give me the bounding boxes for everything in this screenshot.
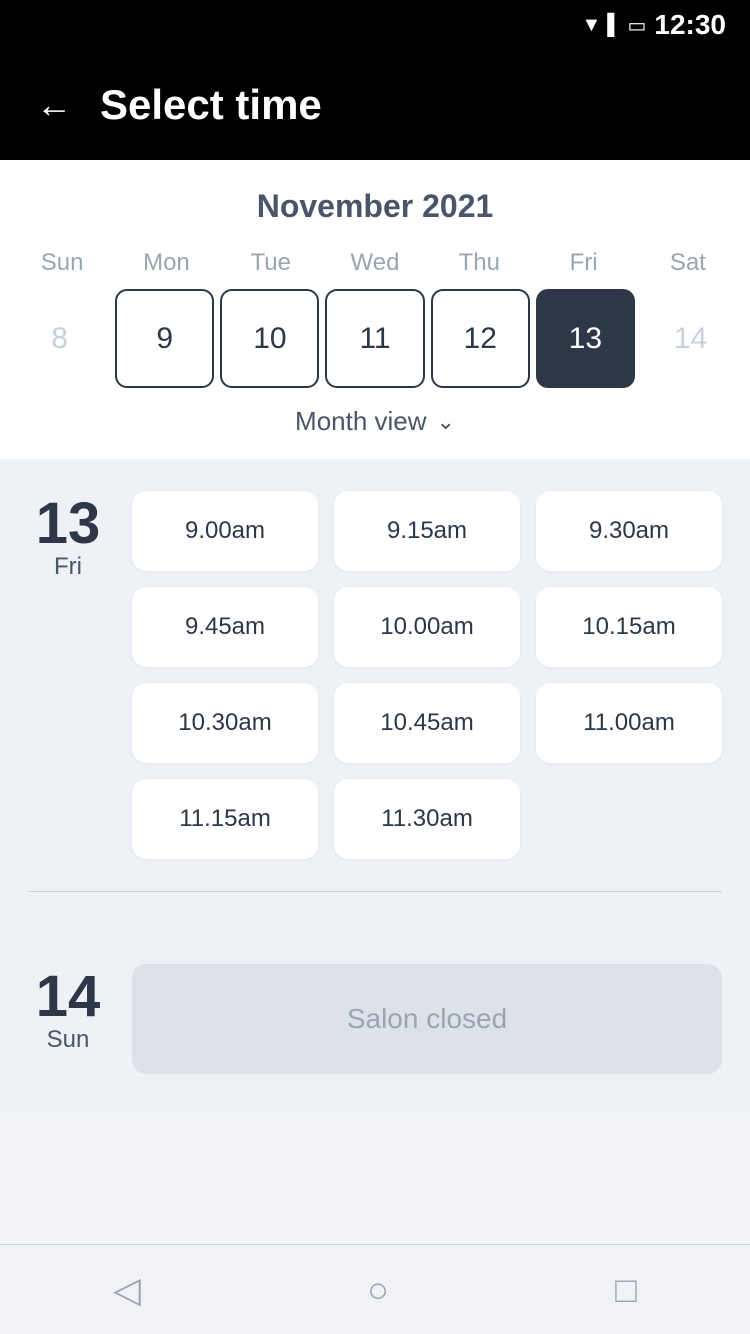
weekday-sun: Sun: [10, 249, 114, 277]
battery-icon: ▭: [627, 13, 646, 38]
salon-closed-label: Salon closed: [347, 1003, 507, 1035]
bottom-nav: ◁ ○ □: [0, 1244, 750, 1334]
day-13-name: Fri: [54, 553, 82, 581]
chevron-down-icon: ⌄: [437, 409, 455, 435]
nav-home-icon[interactable]: ○: [367, 1269, 389, 1311]
slot-1100am[interactable]: 11.00am: [536, 683, 722, 763]
slot-1130am[interactable]: 11.30am: [334, 779, 520, 859]
slots-grid-13: 9.00am 9.15am 9.30am 9.45am 10.00am 10.1…: [132, 491, 722, 859]
day-14-number: 14: [36, 968, 101, 1026]
slot-1015am[interactable]: 10.15am: [536, 587, 722, 667]
status-icons: ▼ ▌ ▭: [582, 13, 647, 38]
day-13-block: 13 Fri 9.00am 9.15am 9.30am 9.45am 10.00…: [28, 491, 722, 859]
day-11[interactable]: 11: [325, 289, 424, 388]
salon-closed-box: Salon closed: [132, 964, 722, 1074]
nav-back-icon[interactable]: ◁: [113, 1269, 141, 1311]
slot-915am[interactable]: 9.15am: [334, 491, 520, 571]
day-12[interactable]: 12: [431, 289, 530, 388]
month-label: November 2021: [0, 188, 750, 225]
weekday-fri: Fri: [531, 249, 635, 277]
slot-1000am[interactable]: 10.00am: [334, 587, 520, 667]
week-row: 8 9 10 11 12 13 14: [0, 289, 750, 388]
weekday-wed: Wed: [323, 249, 427, 277]
weekday-tue: Tue: [219, 249, 323, 277]
day-8[interactable]: 8: [10, 289, 109, 388]
slot-1045am[interactable]: 10.45am: [334, 683, 520, 763]
day-14-block: 14 Sun Salon closed: [0, 964, 750, 1114]
day-13-number: 13: [36, 495, 101, 553]
weekday-thu: Thu: [427, 249, 531, 277]
day-13[interactable]: 13: [536, 289, 635, 388]
back-button[interactable]: ←: [36, 87, 72, 123]
status-time: 12:30: [654, 9, 726, 41]
divider: [28, 891, 722, 892]
weekday-sat: Sat: [636, 249, 740, 277]
day-9[interactable]: 9: [115, 289, 214, 388]
header: ← Select time: [0, 50, 750, 160]
status-bar: ▼ ▌ ▭ 12:30: [0, 0, 750, 50]
month-view-toggle[interactable]: Month view ⌄: [0, 388, 750, 459]
weekday-mon: Mon: [114, 249, 218, 277]
day-10[interactable]: 10: [220, 289, 319, 388]
weekdays-row: Sun Mon Tue Wed Thu Fri Sat: [0, 249, 750, 277]
time-section: 13 Fri 9.00am 9.15am 9.30am 9.45am 10.00…: [0, 459, 750, 964]
page-title: Select time: [100, 81, 322, 129]
signal-icon: ▌: [607, 14, 621, 37]
day-13-label: 13 Fri: [28, 491, 108, 859]
slot-945am[interactable]: 9.45am: [132, 587, 318, 667]
slot-930am[interactable]: 9.30am: [536, 491, 722, 571]
calendar-section: November 2021 Sun Mon Tue Wed Thu Fri Sa…: [0, 160, 750, 459]
day-14-name: Sun: [47, 1026, 90, 1054]
slot-1115am[interactable]: 11.15am: [132, 779, 318, 859]
slot-900am[interactable]: 9.00am: [132, 491, 318, 571]
wifi-icon: ▼: [582, 14, 602, 37]
month-view-label: Month view: [295, 406, 427, 437]
day-14[interactable]: 14: [641, 289, 740, 388]
slot-1030am[interactable]: 10.30am: [132, 683, 318, 763]
day-14-label: 14 Sun: [28, 964, 108, 1054]
nav-recents-icon[interactable]: □: [615, 1269, 637, 1311]
